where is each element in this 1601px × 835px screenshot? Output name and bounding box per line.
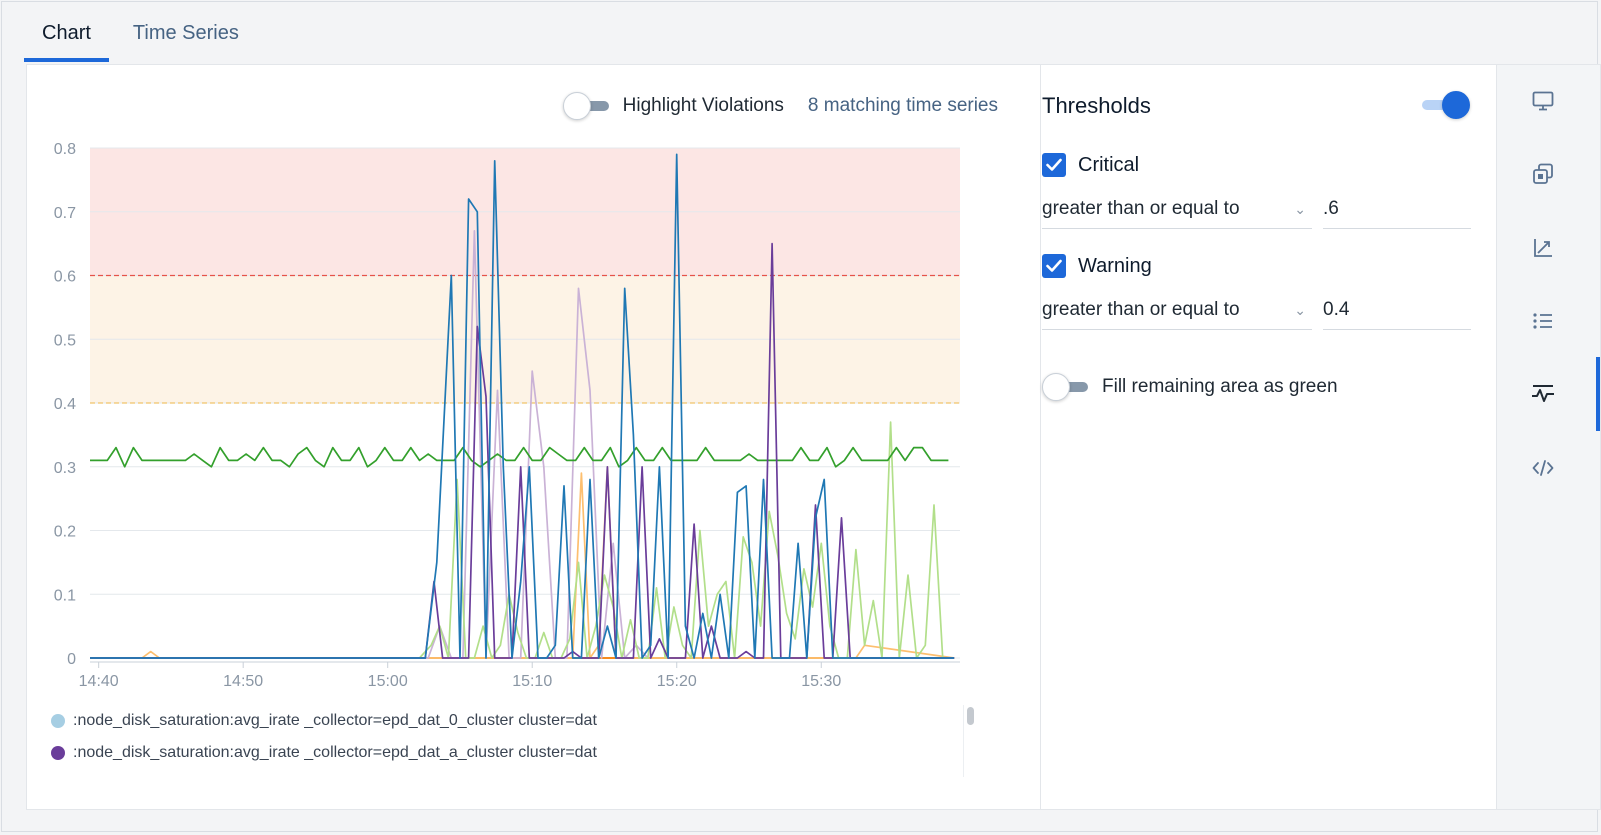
critical-operator-value: greater than or equal to	[1042, 198, 1240, 219]
warning-value-input[interactable]: 0.4	[1323, 290, 1471, 330]
series-line	[90, 446, 949, 468]
legend-color-dot	[51, 746, 65, 760]
legend-item[interactable]: :node_disk_saturation:avg_irate _collect…	[51, 705, 971, 737]
warning-label: Warning	[1078, 254, 1152, 277]
x-tick-label: 14:40	[79, 673, 119, 690]
tab-bar: Chart Time Series	[24, 0, 257, 62]
copy-icon[interactable]	[1531, 162, 1555, 186]
toggle-knob	[1042, 373, 1070, 401]
y-tick-label: 0.5	[54, 332, 76, 349]
legend-scroll-thumb[interactable]	[967, 707, 974, 725]
y-tick-label: 0.8	[54, 141, 76, 158]
y-tick-label: 0.4	[54, 396, 76, 413]
toggle-knob	[1442, 91, 1470, 119]
line-chart[interactable]: 0 0.1 0.2 0.3 0.4 0.5 0.6 0.7 0.8 14:40 14:50 15:00…	[27, 131, 987, 701]
thresholds-title: Thresholds	[1042, 93, 1151, 118]
fill-green-label: Fill remaining area as green	[1102, 376, 1338, 397]
warning-operator-value: greater than or equal to	[1042, 299, 1240, 320]
critical-label: Critical	[1078, 153, 1140, 176]
x-tick-label: 15:20	[657, 673, 697, 690]
settings-icon-rail	[1496, 65, 1600, 809]
critical-value-input[interactable]: .6	[1323, 189, 1471, 229]
y-tick-label: 0.1	[54, 587, 76, 604]
chart-toolbar: Highlight Violations 8 matching time ser…	[562, 91, 998, 121]
legend-item[interactable]: :node_disk_saturation:avg_irate _collect…	[51, 737, 971, 769]
highlight-violations-label: Highlight Violations	[622, 95, 784, 116]
x-tick-label: 15:30	[801, 673, 841, 690]
legend-label: :node_disk_saturation:avg_irate _collect…	[73, 712, 597, 729]
y-tick-label: 0.2	[54, 524, 76, 541]
code-icon[interactable]	[1531, 456, 1555, 480]
x-tick-label: 14:50	[223, 673, 263, 690]
threshold-icon[interactable]	[1531, 382, 1555, 406]
chart-panel: Highlight Violations 8 matching time ser…	[26, 64, 1601, 810]
critical-operator-select[interactable]: greater than or equal to ⌄	[1042, 189, 1312, 229]
chevron-down-icon: ⌄	[1294, 201, 1306, 217]
y-tick-label: 0.6	[54, 269, 76, 286]
rail-active-indicator	[1596, 357, 1600, 431]
warning-operator-select[interactable]: greater than or equal to ⌄	[1042, 290, 1312, 330]
legend-scrollbar[interactable]	[963, 705, 974, 777]
y-tick-label: 0.7	[54, 205, 76, 222]
legend-label: :node_disk_saturation:avg_irate _collect…	[73, 744, 597, 761]
highlight-violations-toggle[interactable]	[562, 92, 611, 120]
check-icon	[1046, 158, 1062, 171]
thresholds-toggle[interactable]	[1420, 91, 1470, 119]
warning-checkbox[interactable]	[1042, 254, 1066, 278]
fill-green-row: Fill remaining area as green	[1042, 373, 1338, 401]
critical-row: Critical	[1042, 151, 1139, 179]
chart-legend: :node_disk_saturation:avg_irate _collect…	[51, 705, 971, 777]
chevron-down-icon: ⌄	[1294, 302, 1306, 318]
axis-icon[interactable]	[1531, 236, 1555, 260]
matching-series-count[interactable]: 8 matching time series	[808, 95, 998, 117]
x-tick-label: 15:00	[368, 673, 408, 690]
tab-chart[interactable]: Chart	[24, 0, 109, 62]
chart-area: Highlight Violations 8 matching time ser…	[27, 65, 1041, 809]
tab-time-series[interactable]: Time Series	[115, 0, 257, 62]
monitor-icon[interactable]	[1531, 89, 1555, 113]
critical-checkbox[interactable]	[1042, 153, 1066, 177]
y-tick-label: 0.3	[54, 460, 76, 477]
fill-green-toggle[interactable]	[1042, 373, 1090, 401]
y-tick-label: 0	[67, 651, 76, 668]
legend-color-dot	[51, 714, 65, 728]
warning-row: Warning	[1042, 252, 1152, 280]
check-icon	[1046, 259, 1062, 272]
toggle-knob	[562, 92, 591, 120]
list-icon[interactable]	[1531, 309, 1555, 333]
thresholds-panel: Thresholds Critical greater than or equa…	[1042, 65, 1496, 809]
legend-item-peek	[51, 769, 971, 777]
x-tick-label: 15:10	[512, 673, 552, 690]
